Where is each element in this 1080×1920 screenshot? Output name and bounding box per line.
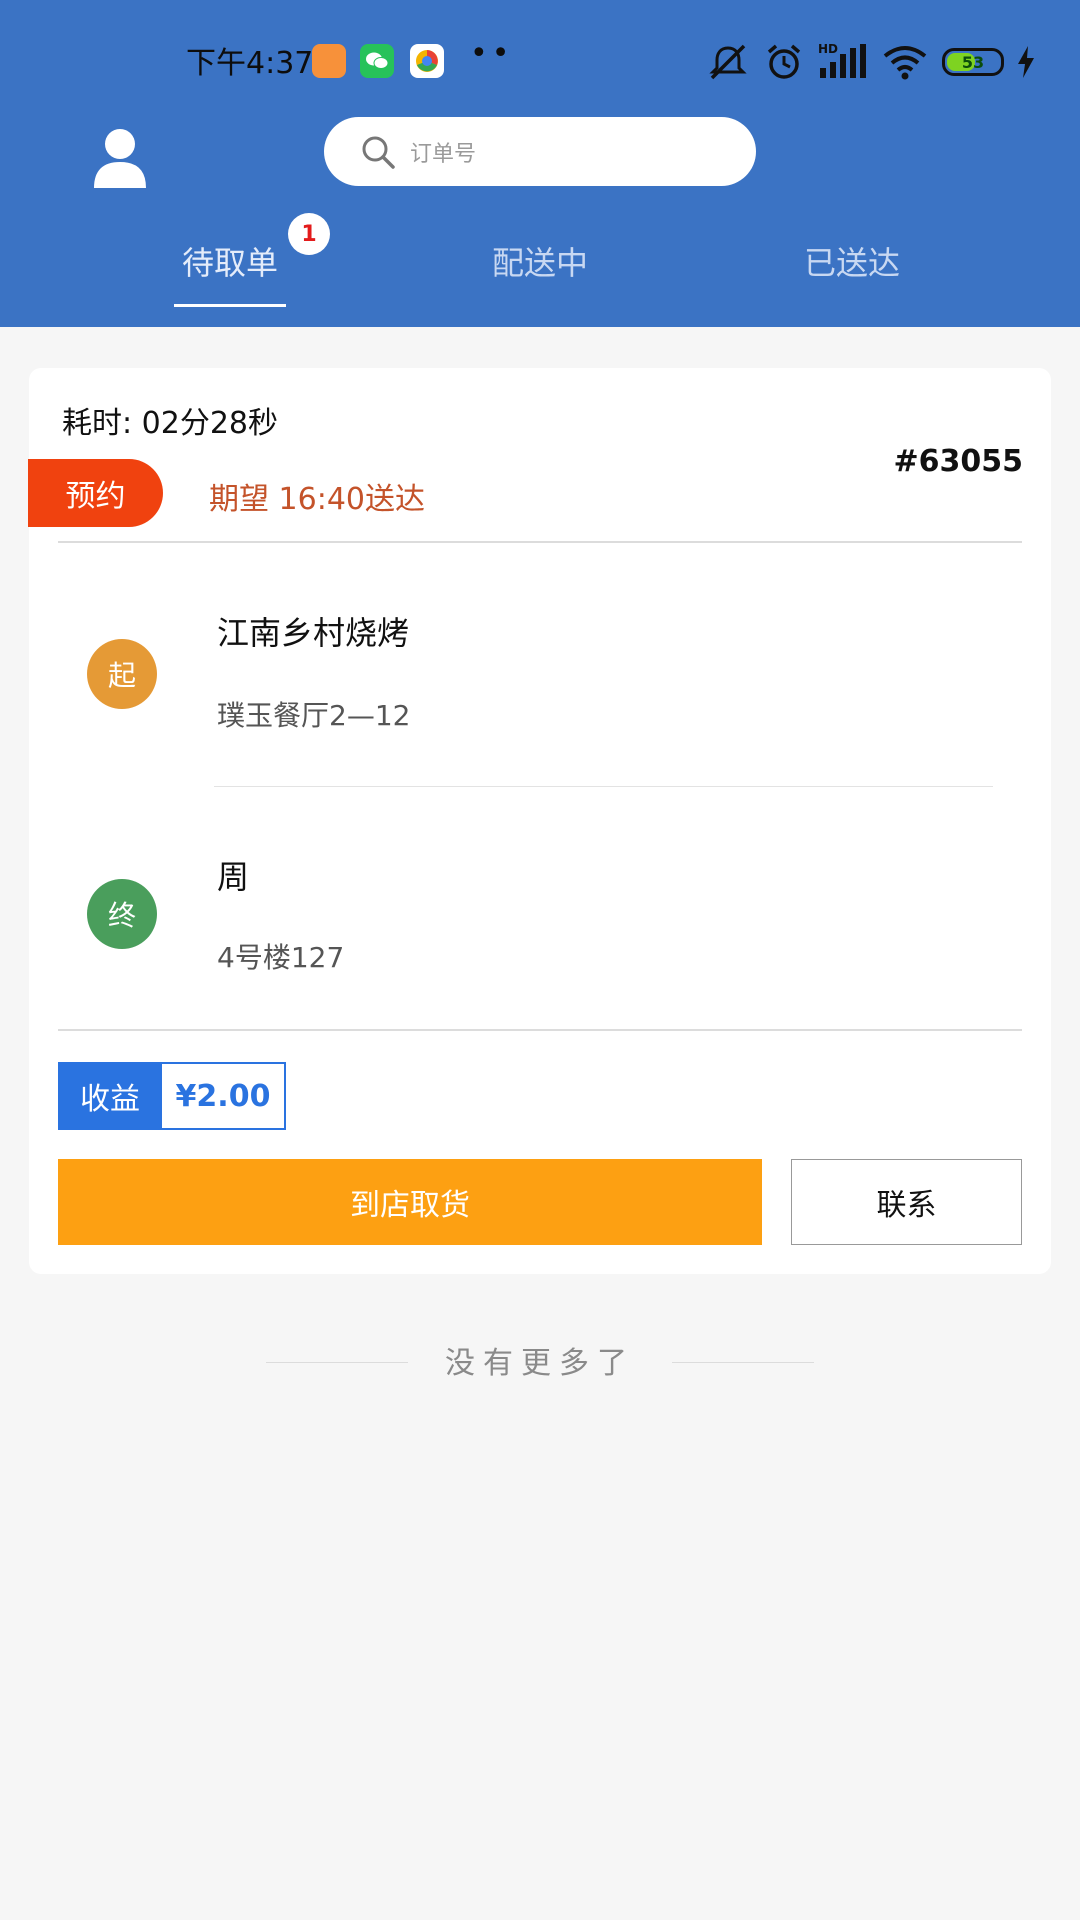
order-card[interactable]: 耗时: 02分28秒 #63055 预约 期望 16:40送达 起 江南乡村烧烤… — [28, 368, 1051, 1274]
active-tab-indicator — [174, 304, 286, 307]
signal-icon: HD — [818, 42, 866, 78]
app-header: 下午4:37 •• HD 53 订单号 待取单 配送中 已送达 1 — [0, 0, 1080, 327]
wifi-icon — [883, 46, 927, 80]
pickup-store-address: 璞玉餐厅2—12 — [217, 699, 411, 732]
browser-icon — [410, 44, 444, 78]
tab-delivering[interactable]: 配送中 — [492, 238, 588, 284]
tab-pending-pickup[interactable]: 待取单 — [182, 238, 278, 284]
earnings-value: ¥2.00 — [162, 1062, 286, 1130]
divider — [58, 541, 1022, 543]
expected-delivery-time: 期望 16:40送达 — [209, 482, 425, 517]
alarm-icon — [767, 44, 801, 79]
divider — [58, 1029, 1022, 1031]
elapsed-time: 耗时: 02分28秒 — [62, 406, 278, 441]
status-icons: HD 53 — [706, 42, 1034, 82]
tab-delivered[interactable]: 已送达 — [804, 238, 900, 284]
earnings-label: 收益 — [58, 1062, 162, 1130]
hd-label: HD — [818, 42, 838, 56]
battery-icon: 53 — [942, 48, 1004, 76]
contact-button[interactable]: 联系 — [791, 1159, 1022, 1245]
battery-percent: 53 — [961, 52, 985, 72]
earnings-tag: 收益 ¥2.00 — [58, 1062, 286, 1130]
end-marker-icon: 终 — [87, 879, 157, 949]
start-marker-icon: 起 — [87, 639, 157, 709]
pickup-store-name: 江南乡村烧烤 — [217, 614, 410, 652]
no-more-text: 没有更多了 — [445, 1346, 635, 1381]
charging-icon — [1018, 46, 1034, 78]
customer-name: 周 — [217, 858, 250, 896]
order-status-tabs: 待取单 配送中 已送达 — [0, 238, 1080, 308]
search-icon — [362, 136, 395, 169]
divider — [214, 786, 993, 787]
order-search-input[interactable]: 订单号 — [324, 117, 756, 186]
status-bar: 下午4:37 •• HD 53 — [0, 0, 1080, 120]
wechat-icon — [360, 44, 394, 78]
profile-avatar-icon[interactable] — [92, 126, 148, 190]
end-of-list: 没有更多了 — [0, 1338, 1080, 1388]
status-time: 下午4:37 — [186, 46, 314, 81]
order-number: #63055 — [893, 444, 1023, 479]
search-placeholder: 订单号 — [410, 141, 477, 167]
customer-address: 4号楼127 — [217, 941, 345, 974]
app-orange-icon — [312, 44, 346, 78]
mute-icon — [709, 44, 747, 80]
pending-count-badge: 1 — [288, 213, 330, 255]
reservation-tag: 预约 — [28, 459, 163, 527]
more-notifications-icon: •• — [470, 36, 514, 71]
divider — [672, 1362, 814, 1363]
arrive-store-pickup-button[interactable]: 到店取货 — [58, 1159, 762, 1245]
